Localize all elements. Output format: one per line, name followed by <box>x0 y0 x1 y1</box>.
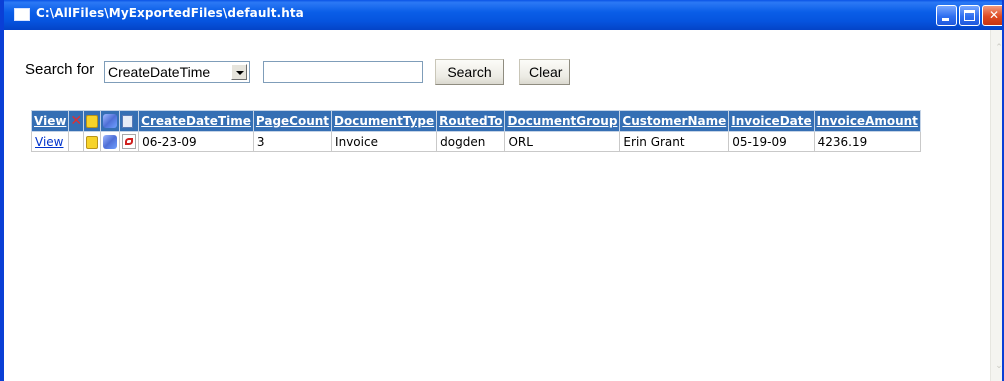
column-header-attachment[interactable] <box>100 110 121 132</box>
column-header-pagecount[interactable]: PageCount <box>252 110 333 132</box>
column-header-customername[interactable]: CustomerName <box>619 110 730 132</box>
search-field-value: CreateDateTime <box>108 64 211 80</box>
window-title: C:\AllFiles\MyExportedFiles\default.hta <box>36 6 304 20</box>
table-row: View 06-23-09 3 Invoice dogden ORL Erin … <box>30 131 921 152</box>
cell-invoicedate: 05-19-09 <box>728 131 815 152</box>
cell-documenttype: Invoice <box>331 131 438 152</box>
attachment-icon[interactable] <box>103 114 118 129</box>
title-bar[interactable]: C:\AllFiles\MyExportedFiles\default.hta … <box>4 0 1002 30</box>
view-cell: View <box>30 131 70 152</box>
note-cell <box>83 131 102 152</box>
app-window: C:\AllFiles\MyExportedFiles\default.hta … <box>0 0 1004 381</box>
results-table: View ✕ CreateDateTime PageCount Document… <box>30 110 921 152</box>
page-content: Search for CreateDateTime Search Clear V… <box>4 30 984 381</box>
column-header-documentgroup[interactable]: DocumentGroup <box>504 110 621 132</box>
search-field-select[interactable]: CreateDateTime <box>104 61 250 83</box>
close-button[interactable]: ✕ <box>982 5 1002 26</box>
window-icon <box>14 8 30 21</box>
maximize-button[interactable] <box>959 5 980 26</box>
cell-customername: Erin Grant <box>619 131 730 152</box>
attachment-cell <box>100 131 121 152</box>
search-input[interactable] <box>263 61 423 83</box>
note-icon[interactable] <box>86 115 99 128</box>
column-header-note[interactable] <box>83 110 102 132</box>
pdf-cell <box>119 131 140 152</box>
scroll-down-icon[interactable]: ⌄ <box>994 361 1002 371</box>
column-header-documenttype[interactable]: DocumentType <box>331 110 438 132</box>
column-header-delete[interactable]: ✕ <box>68 110 85 132</box>
chevron-down-icon[interactable] <box>231 64 247 80</box>
minimize-icon <box>942 18 949 21</box>
column-header-createdatetime[interactable]: CreateDateTime <box>138 110 254 132</box>
attachment-icon[interactable] <box>103 134 118 149</box>
cell-invoiceamount: 4236.19 <box>813 131 921 152</box>
column-header-invoicedate[interactable]: InvoiceDate <box>728 110 815 132</box>
column-header-routedto[interactable]: RoutedTo <box>436 110 506 132</box>
pdf-icon[interactable] <box>122 134 137 149</box>
clear-button[interactable]: Clear <box>519 59 570 85</box>
document-icon[interactable] <box>122 115 134 128</box>
note-icon[interactable] <box>86 135 99 149</box>
cell-routedto: dogden <box>436 131 506 152</box>
search-button[interactable]: Search <box>435 59 504 85</box>
column-header-view[interactable]: View <box>30 110 70 132</box>
view-link[interactable]: View <box>35 135 63 149</box>
search-label: Search for <box>25 61 95 78</box>
scroll-up-icon[interactable]: ⌃ <box>994 43 1002 53</box>
close-icon: ✕ <box>988 8 1000 22</box>
cell-pagecount: 3 <box>252 131 333 152</box>
maximize-icon <box>964 10 975 21</box>
vertical-scrollbar[interactable]: ⌃ ⌄ <box>990 30 1002 381</box>
delete-icon[interactable]: ✕ <box>70 113 82 129</box>
column-header-invoiceamount[interactable]: InvoiceAmount <box>813 110 921 132</box>
table-header-row: View ✕ CreateDateTime PageCount Document… <box>30 110 921 132</box>
delete-cell <box>68 131 85 152</box>
minimize-button[interactable] <box>936 5 957 26</box>
cell-documentgroup: ORL <box>504 131 621 152</box>
cell-createdatetime: 06-23-09 <box>138 131 254 152</box>
column-header-document[interactable] <box>119 110 140 132</box>
